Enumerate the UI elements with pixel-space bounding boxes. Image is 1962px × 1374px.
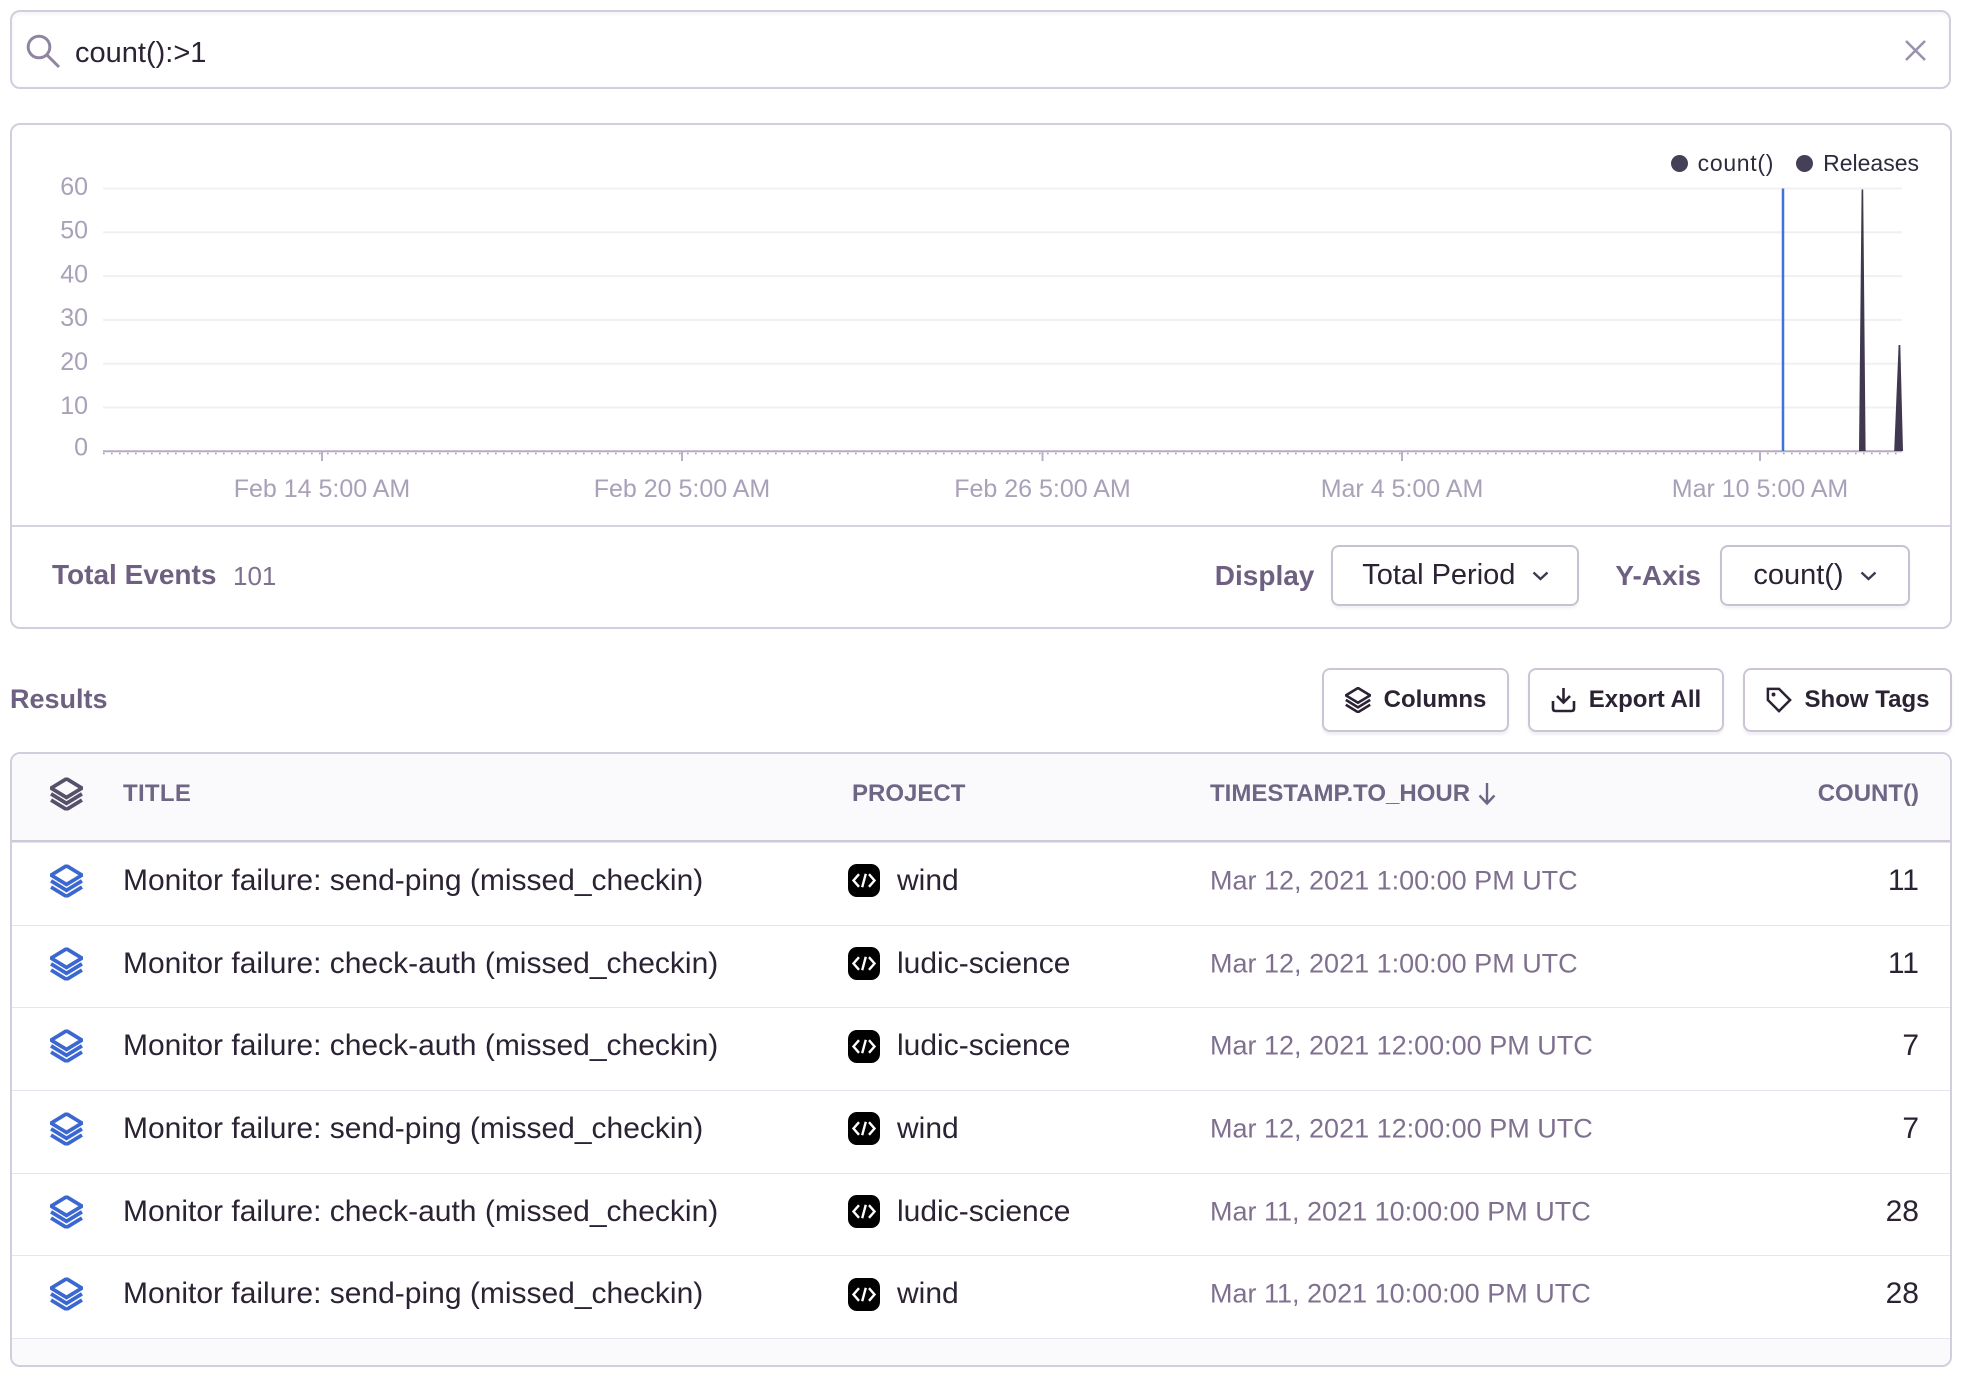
svg-text:Mar 10 5:00 AM: Mar 10 5:00 AM	[1672, 475, 1848, 503]
svg-text:Feb 20 5:00 AM: Feb 20 5:00 AM	[594, 475, 771, 503]
svg-text:50: 50	[60, 217, 88, 245]
svg-text:Feb 26 5:00 AM: Feb 26 5:00 AM	[954, 475, 1131, 503]
svg-text:40: 40	[60, 260, 88, 288]
svg-text:60: 60	[60, 173, 88, 201]
svg-text:Feb 14 5:00 AM: Feb 14 5:00 AM	[234, 475, 411, 503]
svg-text:0: 0	[74, 434, 88, 462]
svg-text:Mar 4 5:00 AM: Mar 4 5:00 AM	[1321, 475, 1484, 503]
svg-text:10: 10	[60, 392, 88, 420]
svg-text:20: 20	[60, 348, 88, 376]
svg-text:30: 30	[60, 304, 88, 332]
